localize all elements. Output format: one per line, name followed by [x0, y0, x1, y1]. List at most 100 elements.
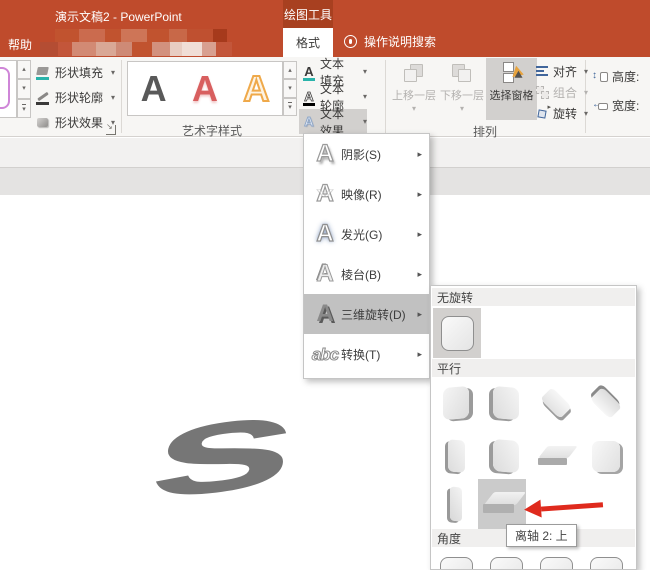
- rotation-thumbnail[interactable]: [432, 378, 480, 428]
- reflection-icon: A A: [316, 180, 335, 207]
- shape-thumbnail: [0, 67, 10, 109]
- shape-effects-icon: [36, 116, 50, 130]
- rotation-thumbnail[interactable]: [582, 378, 630, 428]
- rotation-thumbnail-none[interactable]: [433, 308, 481, 358]
- rotation-thumbnail[interactable]: [482, 378, 530, 428]
- dropdown-caret-icon: ▾: [584, 88, 589, 97]
- wordart-style-thumbnail[interactable]: A: [141, 70, 167, 107]
- shape-outline-icon: [36, 91, 50, 105]
- tab-format[interactable]: 格式: [283, 28, 333, 57]
- align-button[interactable]: 对齐 ▾: [536, 61, 588, 82]
- wordart-group-label: 艺术字样式: [181, 124, 242, 138]
- rotation-thumbnail[interactable]: [482, 431, 530, 481]
- shape-style-gallery[interactable]: [0, 60, 17, 118]
- text-effects-menu: A 阴影(S) ▸ A A 映像(R) ▸ A 发光(G) ▸ A 棱台(B) …: [303, 133, 430, 379]
- shape-outline-button[interactable]: 形状轮廓 ▾: [36, 85, 115, 110]
- width-icon: ↔: [592, 99, 608, 113]
- selection-pane-button[interactable]: 选择窗格: [486, 58, 537, 120]
- submenu-arrow-icon: ▸: [417, 188, 422, 199]
- gallery-more-button[interactable]: ▾: [283, 97, 297, 116]
- text-outline-icon: A: [303, 89, 315, 106]
- rotation-3d-icon: A: [316, 300, 334, 327]
- menu-item-glow[interactable]: A 发光(G) ▸: [304, 214, 429, 254]
- menu-item-3d-rotation[interactable]: A 三维旋转(D) ▸: [304, 294, 429, 334]
- shape-fill-button[interactable]: 形状填充 ▾: [36, 60, 115, 85]
- submenu-arrow-icon: ▸: [417, 228, 422, 239]
- lightbulb-icon: [344, 35, 357, 48]
- shape-effects-button[interactable]: 形状效果 ▾: [36, 110, 115, 135]
- wordart-style-thumbnail[interactable]: A: [192, 70, 218, 107]
- gallery-more-button[interactable]: ▾: [17, 98, 31, 118]
- tooltip: 离轴 2: 上: [506, 524, 577, 547]
- dialog-launcher-icon[interactable]: [106, 122, 116, 135]
- scroll-down-button[interactable]: ▾: [17, 79, 31, 99]
- menu-item-reflection[interactable]: A A 映像(R) ▸: [304, 174, 429, 214]
- transform-icon: abc: [311, 344, 339, 364]
- group-button[interactable]: 组合 ▾: [536, 82, 588, 103]
- shape-gallery-scrollbar: ▴ ▾ ▾: [17, 60, 31, 118]
- group-icon: [536, 86, 549, 99]
- bring-forward-button[interactable]: 上移一层 ▾: [390, 58, 438, 120]
- height-icon: ↕: [592, 70, 608, 84]
- send-backward-button[interactable]: 下移一层 ▾: [438, 58, 486, 120]
- dropdown-caret-icon: ▾: [584, 109, 589, 118]
- rotation-thumbnail[interactable]: [532, 431, 580, 481]
- shape-fill-icon: [36, 66, 50, 80]
- dropdown-caret-icon: ▾: [411, 104, 416, 113]
- submenu-arrow-icon: ▸: [417, 268, 422, 279]
- menu-help[interactable]: 帮助: [8, 36, 32, 53]
- dropdown-caret-icon: ▾: [111, 93, 116, 102]
- rotation-thumbnail[interactable]: [582, 549, 630, 569]
- dropdown-caret-icon: ▾: [584, 67, 589, 76]
- bevel-icon: A: [316, 260, 334, 287]
- scroll-up-button[interactable]: ▴: [283, 61, 297, 80]
- window-title: 演示文稿2 - PowerPoint: [55, 10, 182, 24]
- width-field-label[interactable]: ↔ 宽度:: [592, 91, 639, 120]
- rotation-thumbnail[interactable]: [482, 549, 530, 569]
- redacted-menu-mosaic: [40, 42, 232, 56]
- bring-forward-icon: [403, 62, 425, 84]
- tell-me-label: 操作说明搜索: [364, 35, 437, 49]
- rotate-button[interactable]: 旋转 ▾: [536, 103, 588, 124]
- text-style-buttons: A 文本填充 ▾ A 文本轮廓 ▾ A 文本效果 ▾: [299, 57, 367, 138]
- dropdown-caret-icon: ▾: [111, 68, 116, 77]
- scroll-up-button[interactable]: ▴: [17, 60, 31, 80]
- dropdown-caret-icon: ▾: [362, 117, 367, 126]
- align-icon: [536, 65, 549, 78]
- section-header-no-rotation: 无旋转: [432, 288, 635, 306]
- section-header-parallel: 平行: [432, 359, 635, 377]
- rotation-thumbnail[interactable]: [432, 431, 480, 481]
- wordart-gallery-scrollbar: ▴ ▾ ▾: [283, 61, 297, 116]
- text-fill-icon: A: [303, 64, 315, 81]
- rotation-thumbnail[interactable]: [532, 549, 580, 569]
- height-field-label[interactable]: ↕ 高度:: [592, 62, 639, 91]
- shape-style-buttons: 形状填充 ▾ 形状轮廓 ▾ 形状效果 ▾: [36, 60, 115, 135]
- wordart-style-gallery[interactable]: A A A: [127, 61, 283, 116]
- menu-item-transform[interactable]: abc 转换(T) ▸: [304, 334, 429, 374]
- group-separator: [121, 60, 122, 133]
- wordart-shape[interactable]: s: [105, 362, 345, 532]
- rotation-thumbnail[interactable]: [432, 479, 480, 529]
- rotation-thumbnail-off-axis-2-top[interactable]: [478, 479, 527, 529]
- dropdown-caret-icon: ▾: [362, 67, 367, 76]
- size-group: ↕ 高度: ↔ 宽度:: [592, 62, 639, 120]
- wordart-style-thumbnail[interactable]: A: [242, 69, 270, 107]
- menu-item-shadow[interactable]: A 阴影(S) ▸: [304, 134, 429, 174]
- menu-item-bevel[interactable]: A 棱台(B) ▸: [304, 254, 429, 294]
- rotation-thumbnail[interactable]: [432, 549, 480, 569]
- send-backward-icon: [451, 62, 473, 84]
- redacted-menu-mosaic: [55, 29, 227, 42]
- dropdown-caret-icon: ▾: [459, 104, 464, 113]
- dropdown-caret-icon: ▾: [362, 92, 367, 101]
- glow-icon: A: [316, 220, 335, 247]
- shadow-icon: A: [316, 140, 335, 167]
- rotate-icon: [536, 103, 551, 120]
- rotation-thumbnail[interactable]: [532, 378, 580, 428]
- submenu-arrow-icon: ▸: [417, 308, 422, 319]
- submenu-arrow-icon: ▸: [417, 348, 422, 359]
- scroll-down-button[interactable]: ▾: [283, 79, 297, 98]
- rotation-thumbnail[interactable]: [582, 431, 630, 481]
- text-effects-button[interactable]: A 文本效果 ▾: [299, 107, 367, 138]
- tell-me-search[interactable]: 操作说明搜索: [344, 33, 436, 50]
- arrange-small-buttons: 对齐 ▾ 组合 ▾ 旋转 ▾: [536, 61, 588, 124]
